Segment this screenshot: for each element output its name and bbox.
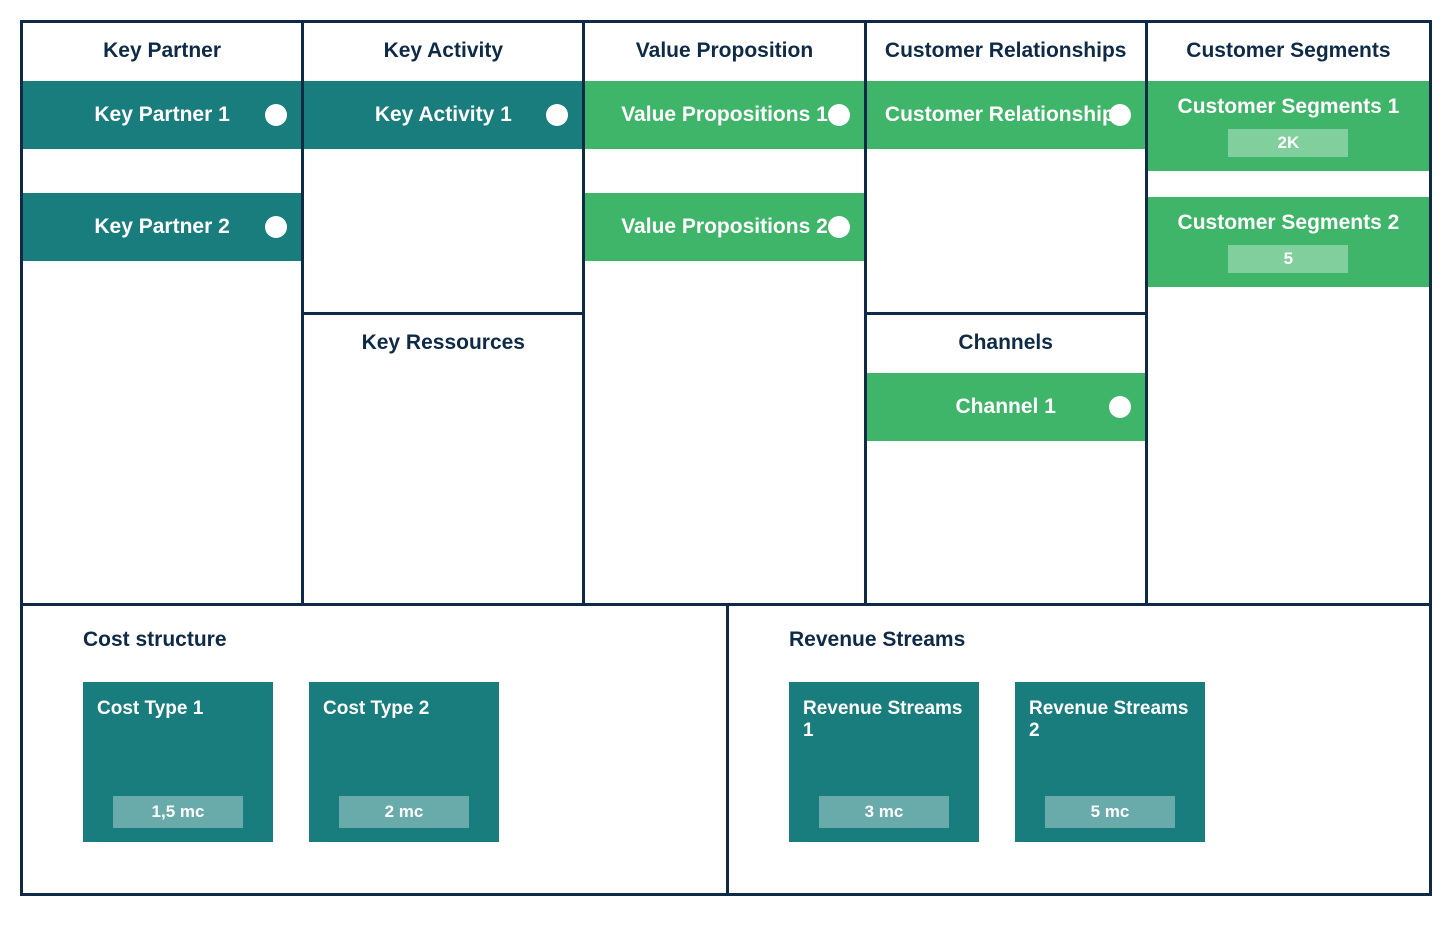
value-proposition-item[interactable]: Value Propositions 1 (585, 81, 863, 149)
key-partner-item-label: Key Partner 2 (94, 215, 229, 238)
dot-icon (828, 104, 850, 126)
revenue-card-badge: 5 mc (1045, 796, 1175, 828)
canvas-top-row: Key Partner Key Partner 1 Key Partner 2 … (23, 23, 1429, 603)
customer-relationships-item[interactable]: Customer Relationships (867, 81, 1145, 149)
customer-segments-header: Customer Segments (1148, 23, 1429, 81)
relationships-channels-column: Customer Relationships Customer Relation… (867, 23, 1148, 603)
channel-item-label: Channel 1 (956, 395, 1056, 418)
key-activity-item[interactable]: Key Activity 1 (304, 81, 582, 149)
revenue-card-title: Revenue Streams 2 (1029, 698, 1191, 742)
value-proposition-item-label: Value Propositions 1 (621, 103, 828, 126)
key-activity-item-label: Key Activity 1 (375, 103, 512, 126)
key-activity-header: Key Activity (304, 23, 582, 81)
revenue-card-title: Revenue Streams 1 (803, 698, 965, 742)
dot-icon (828, 216, 850, 238)
key-ressources-header: Key Ressources (304, 315, 582, 373)
value-proposition-column: Value Proposition Value Propositions 1 V… (585, 23, 866, 603)
key-partner-item[interactable]: Key Partner 1 (23, 81, 301, 149)
segment-badge: 5 (1228, 245, 1348, 273)
channels-box: Channels Channel 1 (867, 312, 1145, 604)
customer-relationships-header: Customer Relationships (867, 23, 1145, 81)
cost-card[interactable]: Cost Type 1 1,5 mc (83, 682, 273, 842)
separator (23, 153, 301, 193)
value-proposition-item[interactable]: Value Propositions 2 (585, 193, 863, 261)
segment-badge: 2K (1228, 129, 1348, 157)
customer-segments-column: Customer Segments Customer Segments 1 2K… (1148, 23, 1429, 603)
key-ressources-box: Key Ressources (304, 312, 582, 604)
cost-card-title: Cost Type 1 (97, 698, 259, 720)
key-activity-box: Key Activity Key Activity 1 (304, 23, 582, 312)
cost-card-title: Cost Type 2 (323, 698, 485, 720)
value-proposition-header: Value Proposition (585, 23, 863, 81)
revenue-streams-header: Revenue Streams (729, 606, 1429, 672)
cost-card[interactable]: Cost Type 2 2 mc (309, 682, 499, 842)
cost-card-badge: 1,5 mc (113, 796, 243, 828)
key-partner-column: Key Partner Key Partner 1 Key Partner 2 (23, 23, 304, 603)
channel-item[interactable]: Channel 1 (867, 373, 1145, 441)
customer-relationships-item-label: Customer Relationships (885, 103, 1127, 126)
revenue-cards: Revenue Streams 1 3 mc Revenue Streams 2… (729, 682, 1429, 868)
dot-icon (1109, 104, 1131, 126)
business-model-canvas: Key Partner Key Partner 1 Key Partner 2 … (20, 20, 1432, 896)
revenue-card[interactable]: Revenue Streams 2 5 mc (1015, 682, 1205, 842)
key-partner-header: Key Partner (23, 23, 301, 81)
cost-structure-header: Cost structure (23, 606, 726, 672)
dot-icon (265, 104, 287, 126)
customer-segments-item[interactable]: Customer Segments 2 5 (1148, 197, 1429, 287)
dot-icon (1109, 396, 1131, 418)
customer-relationships-box: Customer Relationships Customer Relation… (867, 23, 1145, 312)
separator (1148, 175, 1429, 197)
value-proposition-item-label: Value Propositions 2 (621, 215, 828, 238)
canvas-bottom-row: Cost structure Cost Type 1 1,5 mc Cost T… (23, 603, 1429, 893)
revenue-card[interactable]: Revenue Streams 1 3 mc (789, 682, 979, 842)
customer-segments-item-label: Customer Segments 1 (1178, 95, 1400, 118)
separator (585, 153, 863, 193)
revenue-card-badge: 3 mc (819, 796, 949, 828)
customer-segments-item-label: Customer Segments 2 (1178, 211, 1400, 234)
cost-structure-box: Cost structure Cost Type 1 1,5 mc Cost T… (23, 606, 726, 893)
dot-icon (546, 104, 568, 126)
cost-card-badge: 2 mc (339, 796, 469, 828)
key-activity-resources-column: Key Activity Key Activity 1 Key Ressourc… (304, 23, 585, 603)
customer-segments-item[interactable]: Customer Segments 1 2K (1148, 81, 1429, 171)
cost-cards: Cost Type 1 1,5 mc Cost Type 2 2 mc (23, 682, 726, 868)
revenue-streams-box: Revenue Streams Revenue Streams 1 3 mc R… (726, 606, 1429, 893)
key-partner-item-label: Key Partner 1 (94, 103, 229, 126)
dot-icon (265, 216, 287, 238)
channels-header: Channels (867, 315, 1145, 373)
key-partner-item[interactable]: Key Partner 2 (23, 193, 301, 261)
